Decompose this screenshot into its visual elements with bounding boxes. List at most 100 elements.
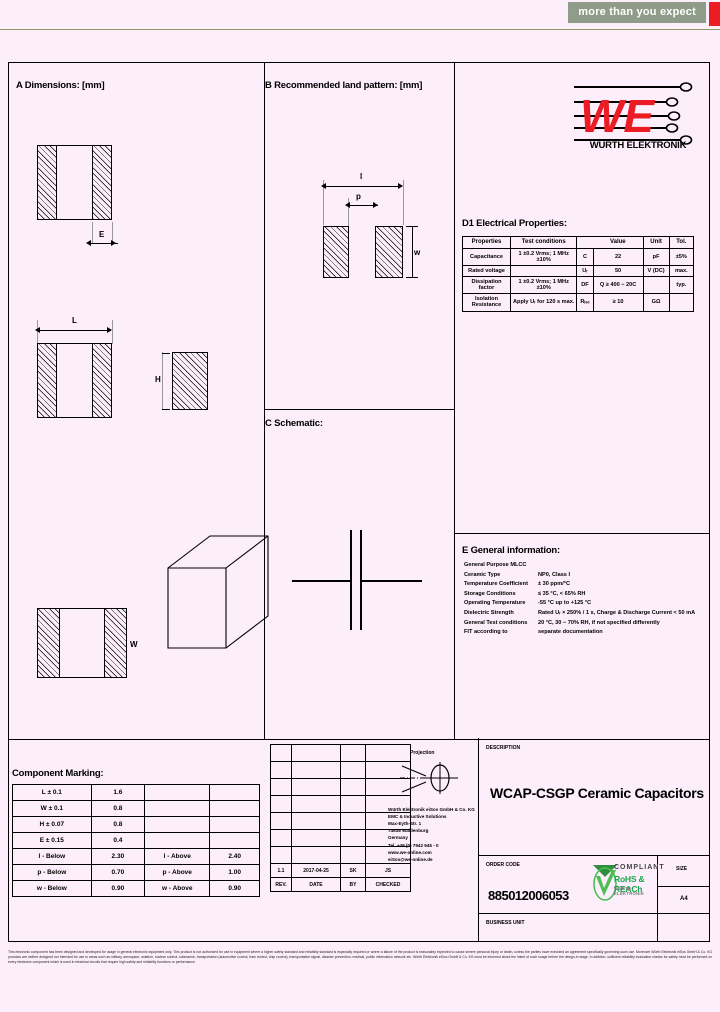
dimension-label-land-w: w — [414, 248, 421, 257]
table-row: H ± 0.07 0.8 — [12, 816, 260, 833]
projection-label: Projection — [410, 750, 435, 756]
cell-dim-name: w - Below — [12, 880, 92, 897]
dimension-label-e: E — [99, 230, 105, 239]
general-info-row: Dielectric Strength Rated Uᵣ × 250% / 1 … — [464, 610, 696, 617]
cell-dim-name: W ± 0.1 — [12, 800, 92, 817]
revision-header-row: REV. DATE BY CHECKED — [270, 877, 411, 892]
section-c-title: C Schematic: — [265, 418, 323, 429]
table-row: L ± 0.1 1.6 — [12, 784, 260, 801]
cell-dim-value: 0.4 — [90, 832, 146, 849]
table-header-row: Properties Test conditions Value Unit To… — [461, 236, 695, 249]
rev-spacer — [270, 812, 292, 830]
isometric-cube — [167, 535, 269, 649]
titleblock-divider-left — [478, 738, 480, 942]
cell-dim-name: E ± 0.15 — [12, 832, 92, 849]
col-properties: Properties — [461, 236, 512, 249]
dimension-label-land-l: l — [360, 172, 363, 181]
address-line: www.we-online.com — [388, 849, 432, 855]
description-label: DESCRIPTION — [486, 745, 521, 751]
cell-dim-name2 — [144, 784, 211, 801]
table-row: Capacitance 1 ±0.2 Vrms; 1 MHz ±10% C 22… — [461, 247, 695, 266]
revision-date: 2017-04-25 — [291, 863, 341, 878]
size-value: A4 — [680, 896, 688, 902]
general-info-row: Ceramic Type NP0, Class I — [464, 571, 571, 578]
section-d1-title: D1 Electrical Properties: — [462, 218, 567, 229]
rev-spacer — [270, 761, 292, 779]
titleblock-divider-mid — [478, 855, 710, 857]
address-line: Würth Elektronik eiSos GmbH & Co. KG — [388, 807, 475, 812]
revision-header-rev: REV. — [270, 877, 292, 892]
cell-value: 22 — [592, 247, 644, 266]
cell-conditions: Apply Uᵣ for 120 s max. — [510, 293, 578, 312]
cell-symbol: Uᵣ — [576, 264, 594, 278]
red-tab-decoration — [709, 2, 720, 26]
revision-header-by: BY — [340, 877, 366, 892]
col-symbol — [576, 236, 594, 249]
cell-dim-name2: l - Above — [144, 848, 211, 865]
cell-property: Dissipation factor — [461, 276, 512, 295]
cell-symbol: Rᵢₛₒ — [576, 293, 594, 312]
general-info-intro: General Purpose MLCC — [464, 562, 527, 568]
section-a-title: A Dimensions: [mm] — [16, 80, 105, 91]
cell-dim-value: 0.8 — [90, 800, 146, 817]
cell-dim-name2: w - Above — [144, 880, 211, 897]
cell-dim-name2 — [144, 816, 211, 833]
cell-dim-value2: 2.40 — [209, 848, 260, 865]
dimension-label-h: H — [155, 375, 161, 384]
address-line: 74638 Waldenburg — [388, 828, 429, 834]
dimension-label-land-p: p — [356, 192, 361, 201]
cell-dim-value: 0.90 — [90, 880, 146, 897]
cell-property: Capacitance — [461, 247, 512, 266]
section-e-title: E General information: — [462, 545, 561, 556]
logo-wordmark: WÜRTH ELEKTRONIK — [589, 140, 687, 151]
revision-value-row: 1.1 2017-04-25 SK JS — [270, 863, 411, 878]
component-marking-table: L ± 0.1 1.6 W ± 0.1 0.8 H ± 0.07 0.8 E ±… — [12, 784, 260, 897]
divider-horizontal-geninfo — [454, 533, 710, 535]
datasheet-page: more than you expect A Dimensions: [mm] … — [0, 0, 720, 1012]
cell-tol: typ. — [668, 276, 695, 295]
general-information-list: General Purpose MLCC Ceramic Type NP0, C… — [464, 562, 700, 639]
cell-unit: GΩ — [642, 293, 670, 312]
table-row: Dissipation factor 1 ±0.2 Vrms; 1 MHz ±1… — [461, 276, 695, 295]
divider-horizontal-schematic — [264, 409, 454, 411]
cell-dim-value2 — [209, 816, 260, 833]
address-line: eiSos@we-online.de — [388, 856, 433, 862]
cell-value: ≥ 10 — [592, 293, 644, 312]
cell-property: Isolation Resistance — [461, 293, 512, 312]
table-row: Rated voltage Uᵣ 50 V (DC) max. — [461, 264, 695, 278]
tagline-text: more than you expect — [568, 2, 706, 23]
general-info-row: Operating Temperature -55 °C up to +125 … — [464, 600, 592, 607]
electrical-properties-table: Properties Test conditions Value Unit To… — [461, 236, 695, 312]
address-line: Germany — [388, 835, 408, 841]
col-conditions: Test conditions — [510, 236, 578, 249]
cell-unit: pF — [642, 247, 670, 266]
cell-dim-name2 — [144, 800, 211, 817]
address-line: Tel. +49 (0) 7942 945 - 0 — [388, 842, 439, 848]
table-row: Isolation Resistance Apply Uᵣ for 120 s … — [461, 293, 695, 312]
product-description: WCAP-CSGP Ceramic Capacitors — [490, 785, 704, 801]
revision-header-date: DATE — [291, 877, 341, 892]
titleblock-divider-size-mid — [657, 886, 710, 888]
cell-unit — [642, 276, 670, 295]
rohs-reach-compliant-badge: COMPLIANT RoHS & REACh WÜRTH ELEKTRONIK — [592, 862, 664, 902]
cell-conditions: 1 ±0.2 Vrms; 1 MHz ±10% — [510, 276, 578, 295]
cell-value: Q ≥ 400 − 20C — [592, 276, 644, 295]
dimension-label-w: W — [130, 640, 138, 649]
rev-spacer — [270, 795, 292, 813]
rohs-line3: WÜRTH ELEKTRONIK — [614, 886, 645, 896]
col-tol: Tol. — [668, 236, 695, 249]
component-marking-title: Component Marking: — [12, 768, 104, 779]
cell-dim-name2: p - Above — [144, 864, 211, 881]
rev-spacer — [340, 744, 366, 762]
order-code-value: 885012006053 — [488, 888, 569, 903]
cell-tol — [668, 293, 695, 312]
cell-dim-value: 1.6 — [90, 784, 146, 801]
order-code-label: ORDER CODE — [486, 862, 520, 868]
table-row: p - Below 0.70 p - Above 1.00 — [12, 864, 260, 881]
top-banner: more than you expect — [0, 0, 720, 30]
cell-tol: ±5% — [668, 247, 695, 266]
titleblock-divider-low — [478, 913, 710, 915]
rev-spacer — [291, 744, 341, 762]
wurth-elektronik-logo: WE WÜRTH ELEKTRONIK — [568, 78, 704, 178]
cell-dim-name: H ± 0.07 — [12, 816, 92, 833]
